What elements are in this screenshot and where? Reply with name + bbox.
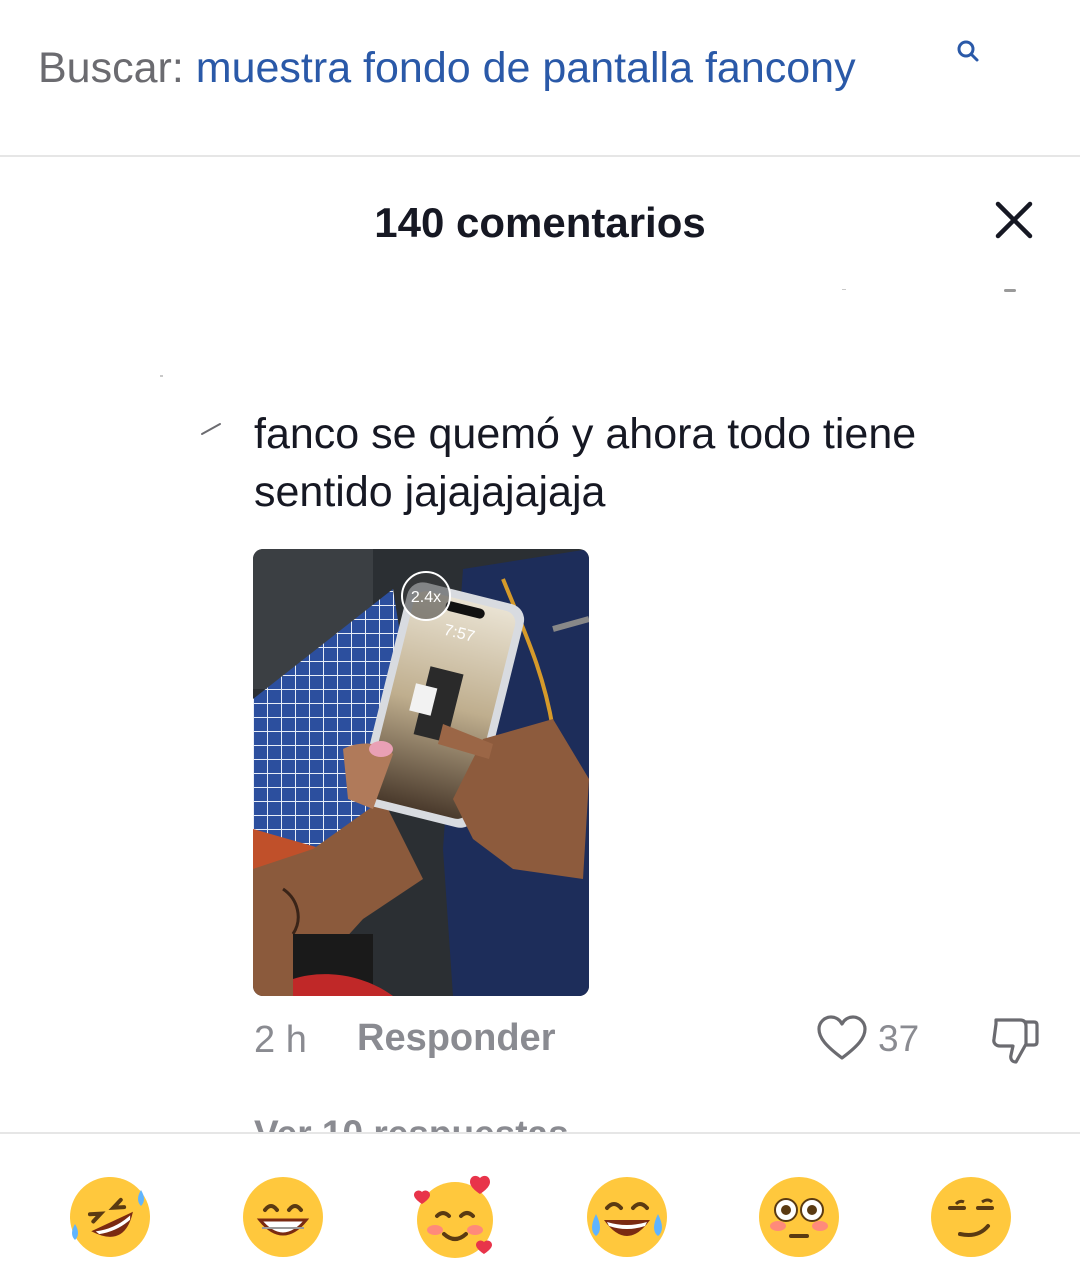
- comments-screen: Buscar: muestra fondo de pantalla fancony…: [0, 0, 1080, 1281]
- like-count: 37: [878, 1018, 920, 1059]
- comments-count-title: 140 comentarios: [374, 199, 706, 246]
- pencil-mark-icon: [201, 423, 221, 435]
- divider-speck: [160, 375, 163, 377]
- search-text[interactable]: Buscar: muestra fondo de pantalla fancony: [38, 40, 856, 96]
- heart-icon[interactable]: [816, 1014, 868, 1062]
- search-prefix: Buscar:: [38, 44, 184, 92]
- comment-text: fanco se quemó y ahora todo tiene sentid…: [254, 410, 917, 516]
- view-replies-container[interactable]: Ver 10 respuestas ⌄: [254, 1110, 674, 1132]
- face-with-tears-of-joy-emoji[interactable]: [582, 1172, 672, 1262]
- emoji-quick-bar: [0, 1132, 1080, 1281]
- comment-attached-image[interactable]: 7:57 2.4x: [253, 549, 589, 996]
- divider-speck: [842, 289, 846, 290]
- view-replies-link[interactable]: Ver 10 respuestas ⌄: [254, 1112, 610, 1132]
- smirking-face-emoji[interactable]: [926, 1172, 1016, 1262]
- search-query[interactable]: muestra fondo de pantalla fancony: [196, 44, 856, 92]
- flushed-face-emoji[interactable]: [754, 1172, 844, 1262]
- smiling-face-with-hearts-emoji[interactable]: [410, 1172, 500, 1262]
- divider-speck: [1004, 289, 1016, 292]
- rolling-on-floor-laughing-emoji[interactable]: [65, 1172, 155, 1262]
- close-icon[interactable]: [990, 196, 1038, 244]
- reply-button[interactable]: Responder: [357, 1016, 555, 1060]
- comment-timestamp: 2 h: [254, 1019, 307, 1061]
- thumbs-down-icon[interactable]: [988, 1014, 1042, 1066]
- search-bar[interactable]: Buscar: muestra fondo de pantalla fancony: [0, 0, 1080, 157]
- search-icon[interactable]: [955, 38, 981, 64]
- zoom-badge: 2.4x: [411, 589, 441, 606]
- grinning-face-emoji[interactable]: [238, 1172, 328, 1262]
